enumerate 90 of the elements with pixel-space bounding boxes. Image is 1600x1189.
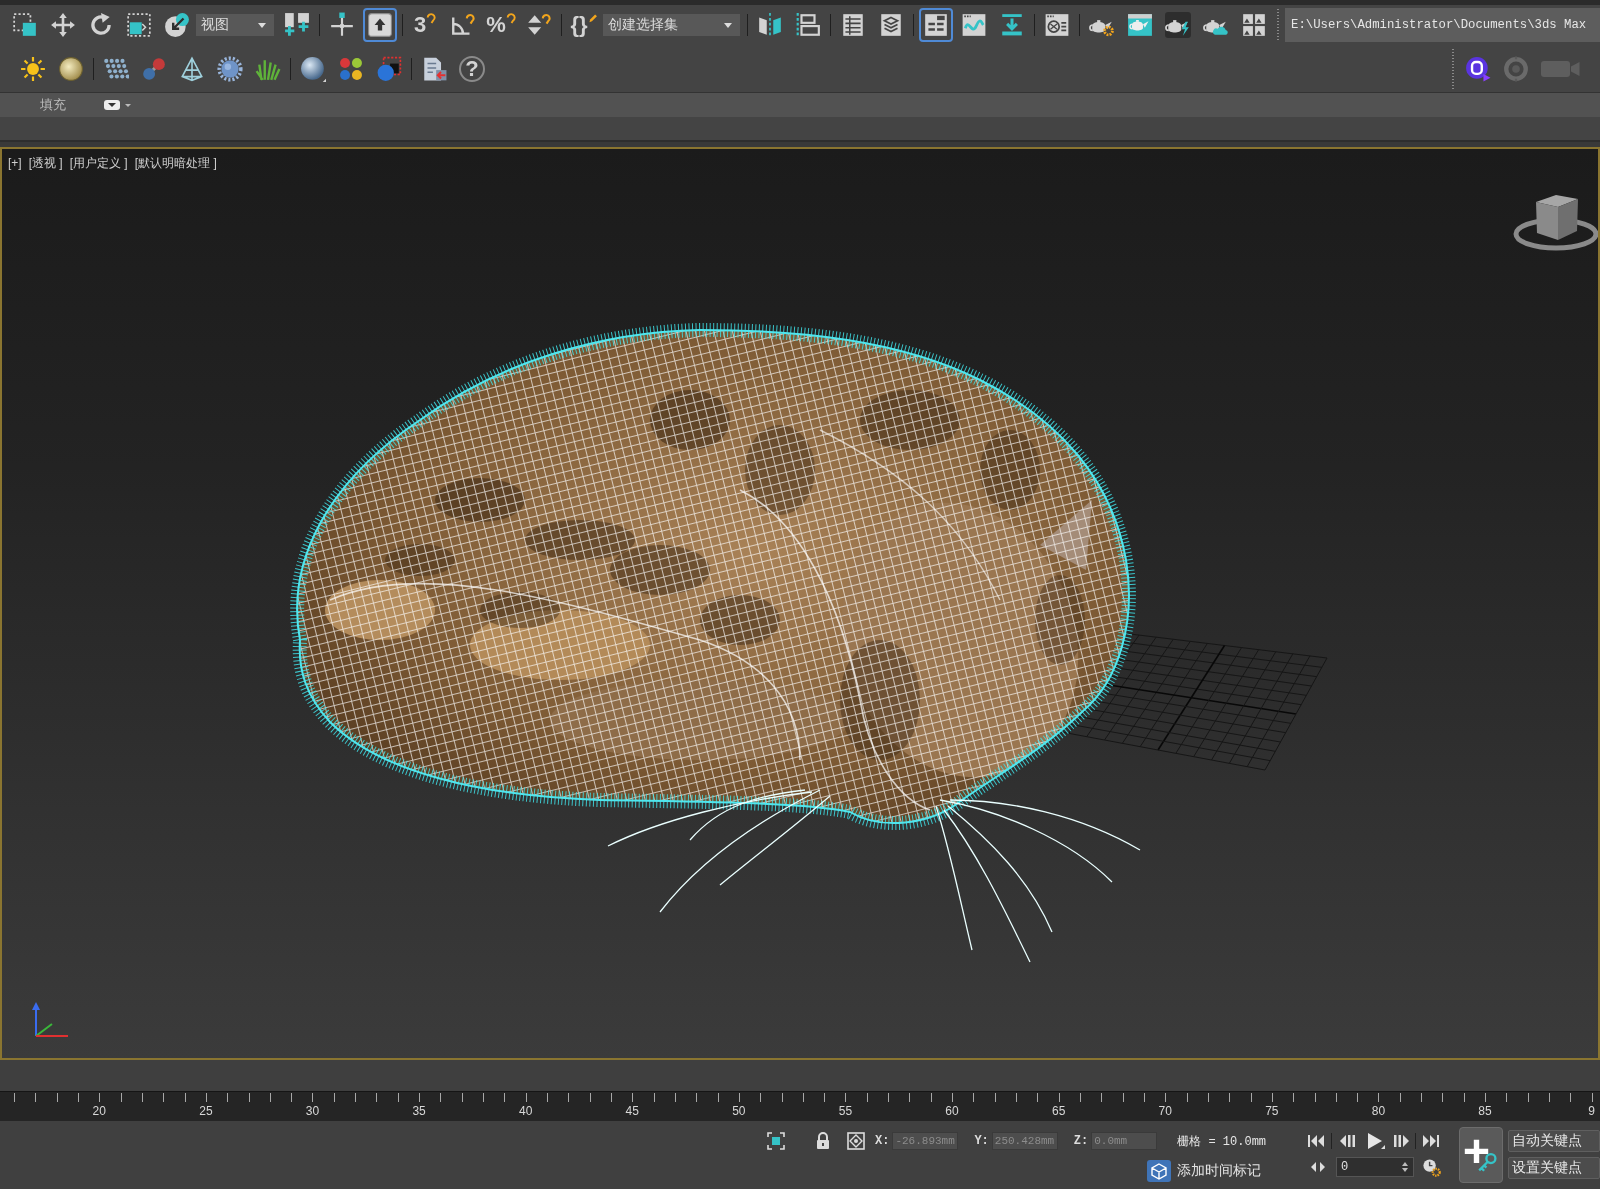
caret-icon (724, 22, 732, 28)
spinner-arrows-icon[interactable] (1401, 1160, 1409, 1174)
spinner-snap-icon (526, 12, 552, 38)
mirror-icon (757, 12, 783, 38)
lock-icon[interactable] (815, 1132, 831, 1150)
play-icon[interactable] (1365, 1132, 1385, 1150)
menu-toggle-icon[interactable] (103, 99, 133, 111)
frame-number: 75 (1265, 1104, 1279, 1120)
sphere-icon (300, 55, 326, 82)
go-to-start-icon[interactable] (1307, 1134, 1325, 1148)
time-slider-bar[interactable] (0, 1060, 1600, 1091)
cube-tile-icon (1147, 1160, 1171, 1182)
previous-frame-icon[interactable] (1339, 1134, 1357, 1148)
next-frame-icon[interactable] (1392, 1134, 1410, 1148)
disc-icon (1503, 55, 1529, 82)
frame-number: 60 (945, 1104, 959, 1120)
snap-toggle-button[interactable]: 3 (408, 8, 442, 42)
path-field[interactable]: E:\Users\Administrator\Documents\3ds Max (1285, 8, 1600, 42)
plus-key-icon (1463, 1137, 1499, 1173)
color-dots-icon (338, 55, 364, 82)
go-to-end-icon[interactable] (1422, 1134, 1440, 1148)
frame-number: 25 (199, 1104, 213, 1120)
caret-icon (258, 22, 266, 28)
image-grid-icon (1241, 12, 1267, 38)
crosshair-icon (329, 12, 355, 38)
list-icon (840, 12, 866, 38)
frame-number: 40 (519, 1104, 533, 1120)
viewport-menu-label[interactable]: [+] (8, 156, 22, 171)
coordinate-label: X: (875, 1134, 890, 1148)
frame-number: 45 (625, 1104, 639, 1120)
curve-editor-icon (961, 12, 987, 38)
corner-brackets-icon[interactable] (767, 1132, 785, 1150)
document-arrow-icon (421, 55, 447, 82)
add-time-tag-button[interactable]: 添加时间标记 (1147, 1160, 1261, 1182)
viewport-menu-label[interactable]: [透视 ] (28, 156, 63, 171)
snap-hook-icon (505, 12, 516, 24)
ribbon-panel-button[interactable] (919, 8, 953, 42)
teapot-lightning-icon (1165, 12, 1191, 38)
sun-icon (20, 55, 46, 82)
rotate-icon (88, 12, 114, 38)
frame-number: 50 (732, 1104, 746, 1120)
clock-gear-icon[interactable] (1422, 1157, 1441, 1177)
up-arrow-button[interactable] (363, 8, 397, 42)
download-icon (999, 12, 1025, 38)
snap-hook-icon (426, 12, 437, 24)
key-button[interactable] (1459, 1127, 1503, 1183)
sphere-selection-icon (376, 55, 402, 82)
viewport-menu-label[interactable]: [用户定义 ] (69, 156, 128, 171)
frame-number: 65 (1051, 1104, 1066, 1120)
set-key-button[interactable]: 设置关键点 (1508, 1157, 1600, 1179)
named-selection-button[interactable]: {} (567, 8, 601, 42)
frame-number: 55 (838, 1104, 853, 1120)
help-button[interactable]: ? (459, 55, 485, 82)
dropdown[interactable]: 视图 (196, 14, 274, 36)
molecule-icon (141, 55, 167, 82)
material-editor-icon (1044, 12, 1070, 38)
angle-snap-icon (450, 12, 476, 38)
ribbon-tab[interactable]: 填充 (38, 96, 68, 114)
region-select-icon (12, 12, 38, 38)
play-badge-icon (1465, 55, 1491, 82)
frame-number: 85 (1478, 1104, 1492, 1120)
key-mode-icon[interactable] (1310, 1160, 1326, 1174)
link-plus-icon (284, 12, 310, 38)
target-square-icon[interactable] (847, 1132, 865, 1150)
align-icon (795, 12, 821, 38)
move-icon (50, 12, 76, 38)
frame-number: 35 (412, 1104, 426, 1120)
viewport-menu-label[interactable]: [默认明暗处理 ] (134, 156, 217, 171)
frame-field[interactable]: 0 (1336, 1157, 1414, 1177)
layers-icon (878, 12, 904, 38)
sphere-light-icon (58, 55, 84, 82)
frame-number: 9 (1588, 1104, 1595, 1120)
pencil-icon (587, 12, 598, 24)
timeline-ruler[interactable]: 20 25 30 35 40 45 50 55 60 65 70 75 80 85 9 (0, 1091, 1600, 1121)
frame-number: 20 (92, 1104, 106, 1120)
coordinate-label: Y: (974, 1134, 989, 1148)
pyramid-icon (179, 55, 205, 82)
circle-arrow-icon (164, 12, 190, 38)
scale-icon (126, 12, 152, 38)
frame-number: 30 (305, 1104, 320, 1120)
frame-number: 70 (1158, 1104, 1172, 1120)
teapot-window-icon (1127, 12, 1153, 38)
percent-snap-button[interactable]: % (484, 8, 518, 42)
dropdown[interactable]: 创建选择集 (603, 14, 740, 36)
spiky-ball-icon (217, 55, 243, 82)
coordinate-label: Z: (1073, 1134, 1089, 1148)
ribbon-panel-icon (923, 12, 949, 38)
grid-spacing-text: 栅格 = 10.0mm (1177, 1133, 1267, 1150)
frame-number: 80 (1371, 1104, 1386, 1120)
auto-key-button[interactable]: 自动关键点 (1508, 1130, 1600, 1152)
